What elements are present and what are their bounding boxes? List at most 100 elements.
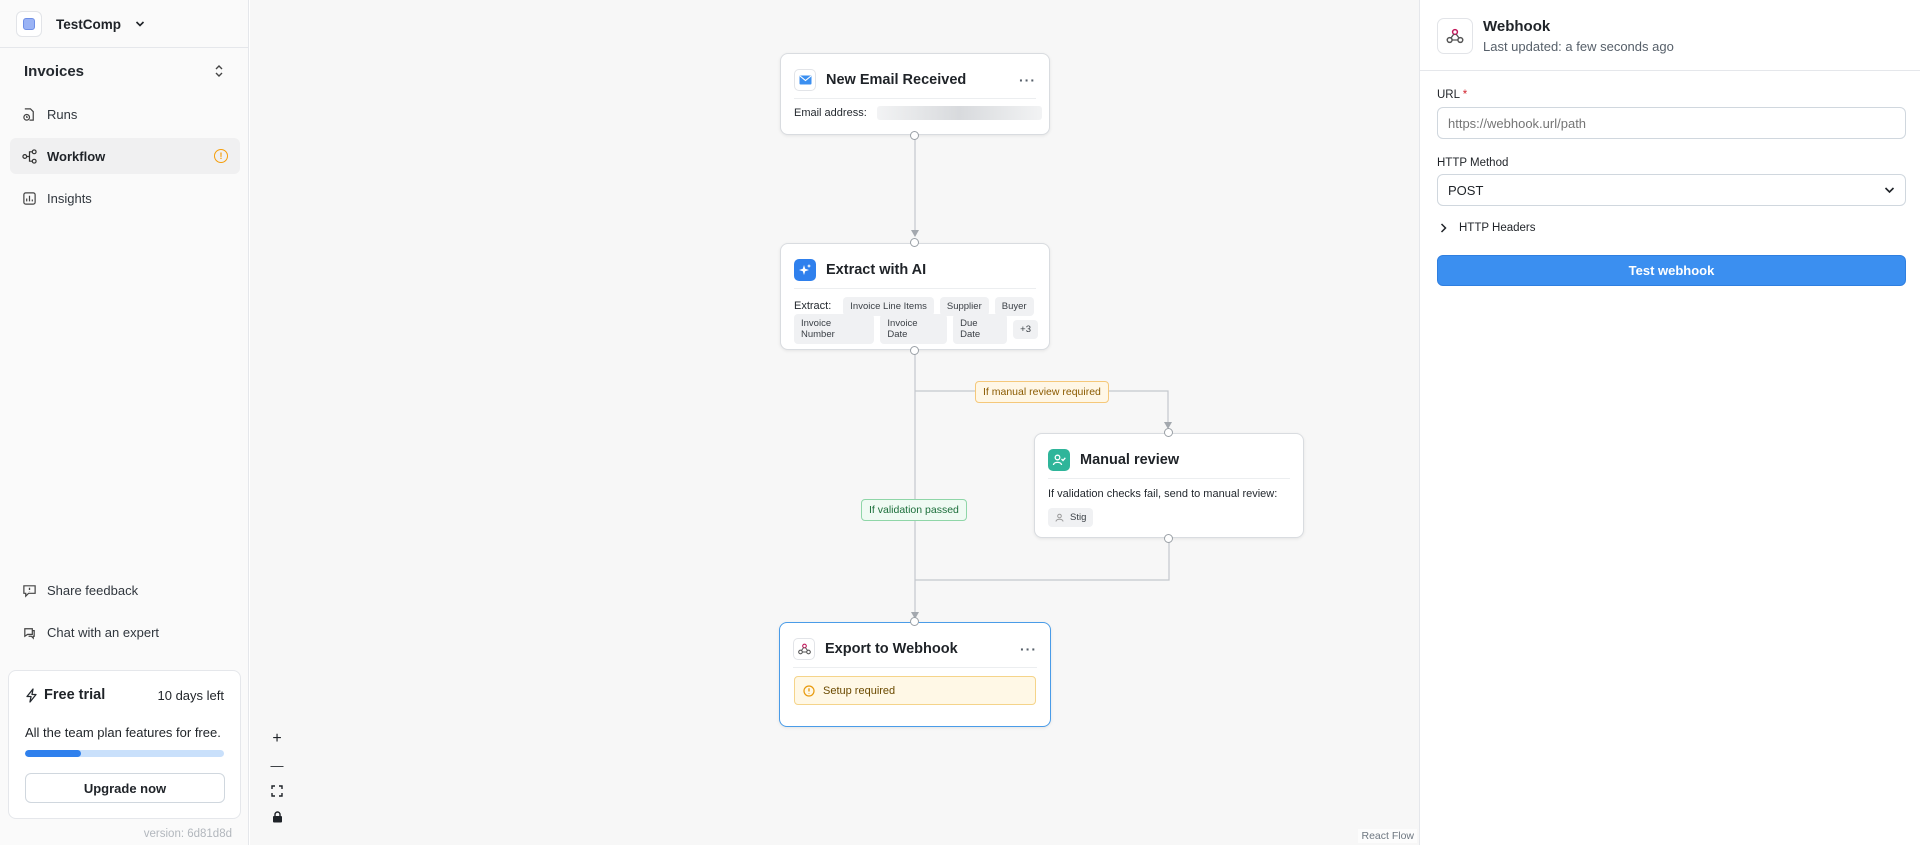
assignee-chip: Stig (1048, 508, 1094, 527)
chat-expert-label: Chat with an expert (47, 624, 160, 640)
node-manual-review[interactable]: Manual review If validation checks fail,… (1034, 433, 1304, 538)
chevron-down-icon (135, 21, 145, 27)
http-headers-label: HTTP Headers (1459, 222, 1536, 234)
chevron-up-down-icon (215, 65, 223, 77)
lock-button[interactable] (264, 805, 290, 829)
node-title-export: Export to Webhook (825, 641, 958, 657)
url-label: URL * (1437, 89, 1467, 101)
edge-review-export (915, 541, 1170, 581)
zoom-in-button[interactable]: + (264, 727, 290, 751)
ai-sparkle-icon (794, 259, 816, 281)
trial-progress-fill (25, 750, 81, 757)
chat-icon (24, 627, 35, 640)
extract-chip: Invoice Date (880, 314, 948, 344)
trial-days-left: 10 days left (157, 687, 225, 703)
nav-label-runs: Runs (47, 106, 78, 122)
company-name: TestComp (56, 16, 122, 32)
share-feedback-link[interactable]: Share feedback (10, 572, 240, 608)
webhook-icon (1437, 18, 1473, 54)
nav-item-insights[interactable]: Insights (10, 180, 240, 216)
fit-view-button[interactable] (264, 779, 290, 803)
trial-title: Free trial (25, 687, 105, 703)
panel-divider (1420, 70, 1920, 71)
trial-title-text: Free trial (44, 687, 106, 703)
company-switcher[interactable]: TestComp (16, 11, 145, 37)
setup-required-alert: Setup required (794, 676, 1036, 705)
webhook-icon (793, 638, 815, 660)
lightning-icon (26, 687, 37, 703)
zoom-out-button[interactable]: — (264, 753, 290, 777)
trial-description: All the team plan features for free. (25, 725, 221, 740)
email-address-redacted (876, 106, 1042, 120)
free-trial-card: Free trial 10 days left All the team pla… (8, 670, 241, 819)
feedback-icon (23, 584, 36, 598)
upgrade-button[interactable]: Upgrade now (25, 773, 225, 803)
nav-label-workflow: Workflow (47, 148, 106, 164)
edge-label-manual-review[interactable]: If manual review required (975, 381, 1109, 403)
http-headers-toggle[interactable]: HTTP Headers (1440, 222, 1535, 234)
warning-icon (803, 684, 815, 697)
url-input[interactable] (1437, 107, 1906, 139)
arrow-extract (911, 230, 919, 237)
email-address-label: Email address: (794, 107, 867, 119)
workflow-canvas[interactable]: New Email Received ··· Email address: Ex… (250, 0, 1419, 845)
node-more-button[interactable]: ··· (1020, 641, 1037, 657)
panel-header: Webhook Last updated: a few seconds ago (1437, 18, 1674, 54)
node-handle[interactable] (910, 617, 919, 626)
node-divider (794, 288, 1036, 289)
node-handle[interactable] (910, 238, 919, 247)
sidebar: TestComp Invoices Runs Workflow ! Insigh… (0, 0, 249, 845)
url-label-text: URL (1437, 89, 1460, 101)
company-logo-icon (16, 11, 42, 37)
trial-progress-bar (25, 750, 224, 757)
node-title-email: New Email Received (826, 72, 967, 88)
nav-item-workflow[interactable]: Workflow ! (10, 138, 240, 174)
section-title: Invoices (24, 62, 85, 80)
chevron-down-icon (1884, 187, 1895, 194)
node-divider (1048, 478, 1290, 479)
fit-view-icon (271, 785, 283, 797)
node-title-extract: Extract with AI (826, 262, 927, 278)
node-extract-ai[interactable]: Extract with AI Extract: Invoice Line It… (780, 243, 1050, 350)
node-handle[interactable] (910, 131, 919, 140)
workflow-icon (22, 148, 37, 164)
section-switcher[interactable]: Invoices (24, 61, 224, 81)
user-icon (1055, 513, 1064, 522)
http-method-select[interactable]: POST (1437, 174, 1906, 206)
extract-chip: Due Date (953, 314, 1008, 344)
node-handle[interactable] (1164, 428, 1173, 437)
node-new-email[interactable]: New Email Received ··· Email address: (780, 53, 1050, 135)
setup-required-text: Setup required (823, 684, 896, 697)
review-description: If validation checks fail, send to manua… (1048, 488, 1278, 500)
chat-expert-link[interactable]: Chat with an expert (10, 614, 240, 650)
sidebar-divider (0, 47, 249, 48)
warning-badge-icon: ! (214, 149, 228, 163)
version-text: version: 6d81d8d (143, 828, 232, 840)
react-flow-attribution[interactable]: React Flow (1358, 829, 1417, 843)
http-method-label: HTTP Method (1437, 157, 1509, 169)
user-check-icon (1048, 449, 1070, 471)
assignee-name: Stig (1070, 512, 1087, 523)
extract-chip: Buyer (994, 296, 1034, 316)
extract-chip: Invoice Number (794, 314, 875, 344)
edge-label-validation-passed[interactable]: If validation passed (861, 499, 967, 521)
test-webhook-button[interactable]: Test webhook (1437, 255, 1906, 286)
nav-label-insights: Insights (47, 190, 92, 206)
extract-fields: Extract: Invoice Line Items Supplier Buy… (794, 296, 1044, 344)
webhook-settings-panel: Webhook Last updated: a few seconds ago … (1419, 0, 1920, 845)
chevron-right-icon (1440, 223, 1447, 233)
email-icon (794, 69, 816, 91)
node-handle[interactable] (1164, 534, 1173, 543)
panel-subtitle: Last updated: a few seconds ago (1483, 39, 1674, 54)
node-divider (794, 98, 1036, 99)
node-handle[interactable] (910, 346, 919, 355)
share-feedback-label: Share feedback (47, 582, 139, 598)
runs-icon (23, 107, 34, 121)
node-export-webhook[interactable]: Export to Webhook ··· Setup required (779, 622, 1051, 727)
node-more-button[interactable]: ··· (1019, 72, 1036, 88)
extract-chip: Supplier (939, 296, 989, 316)
nav-item-runs[interactable]: Runs (10, 96, 240, 132)
http-method-value: POST (1448, 182, 1484, 198)
lock-icon (272, 811, 282, 823)
extract-chip: Invoice Line Items (843, 296, 934, 316)
